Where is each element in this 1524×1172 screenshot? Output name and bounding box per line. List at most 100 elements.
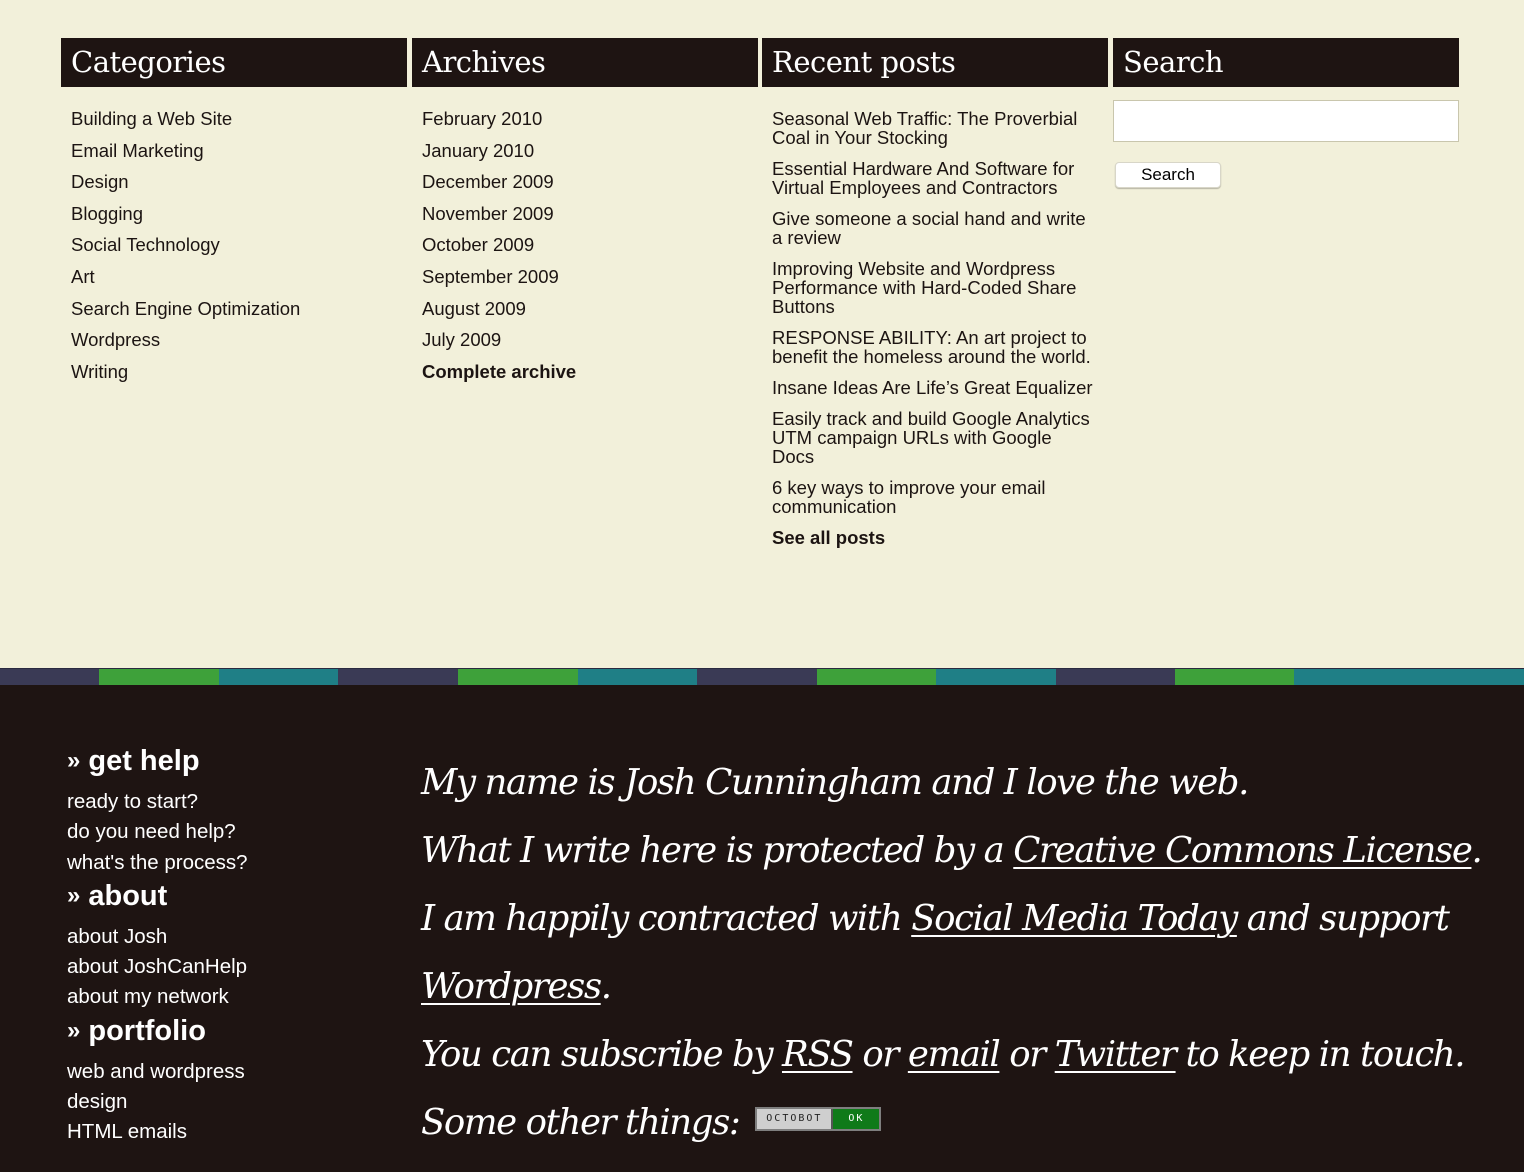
category-link[interactable]: Building a Web Site	[71, 109, 407, 129]
stripe-segment	[697, 669, 817, 685]
recent-post-link[interactable]: Seasonal Web Traffic: The Proverbial Coa…	[772, 109, 1094, 147]
stripe-segment	[218, 669, 339, 685]
nav-heading-about[interactable]: » about	[67, 878, 387, 916]
recent-post-link[interactable]: Insane Ideas Are Life’s Great Equalizer	[772, 378, 1094, 397]
badge-left-label: OCTOBOT	[757, 1108, 834, 1129]
archives-list: February 2010 January 2010 December 2009…	[412, 87, 758, 382]
octobot-badge[interactable]: OCTOBOT OK	[755, 1106, 882, 1131]
stripe-segment	[1294, 669, 1414, 685]
categories-list: Building a Web Site Email Marketing Desi…	[61, 87, 407, 382]
about-line-1: My name is Josh Cunningham and I love th…	[421, 762, 1249, 803]
nav-group-get-help: » get help ready to start? do you need he…	[67, 743, 387, 878]
text: or	[852, 1034, 908, 1075]
nav-heading-label: get help	[88, 745, 200, 777]
stripe-segment	[1055, 669, 1176, 685]
creative-commons-link[interactable]: Creative Commons License	[1013, 830, 1473, 871]
nav-group-portfolio: » portfolio web and wordpress design HTML…	[67, 1013, 387, 1148]
stripe-segment	[1413, 669, 1524, 685]
complete-archive-link[interactable]: Complete archive	[422, 361, 758, 382]
text: or	[999, 1034, 1055, 1075]
social-media-today-link[interactable]: Social Media Today	[911, 898, 1238, 939]
nav-link[interactable]: web and wordpress	[67, 1057, 387, 1087]
category-link[interactable]: Search Engine Optimization	[71, 298, 407, 319]
wordpress-link[interactable]: Wordpress	[421, 966, 602, 1007]
archive-link[interactable]: January 2010	[422, 140, 758, 161]
nav-link[interactable]: do you need help?	[67, 817, 387, 847]
rss-link[interactable]: RSS	[782, 1034, 854, 1075]
stripe-segment	[816, 669, 937, 685]
stripe-segment	[338, 669, 459, 685]
recent-posts-title: Recent posts	[762, 38, 1108, 87]
text: I am happily contracted with	[421, 898, 912, 939]
search-input[interactable]	[1113, 100, 1459, 142]
text: .	[600, 966, 612, 1007]
categories-title: Categories	[61, 38, 407, 87]
recent-post-link[interactable]: Essential Hardware And Software for Virt…	[772, 159, 1094, 197]
nav-link[interactable]: about my network	[67, 982, 387, 1012]
recent-post-link[interactable]: RESPONSE ABILITY: An art project to bene…	[772, 328, 1094, 366]
raquo-icon: »	[67, 747, 81, 774]
recent-post-link[interactable]: Improving Website and Wordpress Performa…	[772, 259, 1094, 316]
raquo-icon: »	[67, 881, 81, 909]
stripe-segment	[458, 669, 578, 685]
stripe-segment	[936, 669, 1056, 685]
badge-right-label: OK	[833, 1108, 880, 1129]
footer-nav: » get help ready to start? do you need he…	[67, 743, 387, 1148]
nav-link[interactable]: ready to start?	[67, 787, 387, 817]
text: You can subscribe by	[421, 1034, 782, 1075]
archive-link[interactable]: August 2009	[422, 298, 758, 319]
nav-link[interactable]: design	[67, 1087, 387, 1117]
recent-posts-widget: Recent posts Seasonal Web Traffic: The P…	[762, 38, 1108, 559]
text: and support	[1236, 898, 1450, 939]
archive-link[interactable]: September 2009	[422, 266, 758, 287]
sidebar-widgets: Categories Building a Web Site Email Mar…	[61, 38, 1459, 638]
nav-heading-get-help[interactable]: » get help	[67, 743, 387, 781]
stripe-segment	[1175, 669, 1295, 685]
archive-link[interactable]: December 2009	[422, 172, 758, 192]
nav-heading-label: about	[88, 879, 168, 912]
nav-heading-label: portfolio	[88, 1014, 206, 1047]
recent-post-link[interactable]: Give someone a social hand and write a r…	[772, 209, 1094, 247]
recent-posts-list: Seasonal Web Traffic: The Proverbial Coa…	[762, 87, 1108, 547]
color-stripe	[0, 668, 1524, 685]
nav-link[interactable]: about JoshCanHelp	[67, 952, 387, 982]
archive-link[interactable]: July 2009	[422, 330, 758, 350]
raquo-icon: »	[67, 1016, 81, 1044]
nav-heading-portfolio[interactable]: » portfolio	[67, 1013, 387, 1051]
search-title: Search	[1113, 38, 1459, 87]
nav-link[interactable]: about Josh	[67, 922, 387, 952]
about-line-3: I am happily contracted with Social Medi…	[421, 885, 1491, 1021]
twitter-link[interactable]: Twitter	[1055, 1034, 1177, 1075]
category-link[interactable]: Social Technology	[71, 235, 407, 255]
stripe-segment	[577, 669, 698, 685]
archives-title: Archives	[412, 38, 758, 87]
footer: » get help ready to start? do you need he…	[0, 685, 1524, 1172]
archive-link[interactable]: October 2009	[422, 235, 758, 255]
see-all-posts-link[interactable]: See all posts	[772, 528, 1094, 547]
category-link[interactable]: Art	[71, 266, 407, 287]
search-button[interactable]: Search	[1115, 162, 1221, 188]
text: What I write here is protected by a	[421, 830, 1014, 871]
stripe-segment	[0, 669, 100, 685]
categories-widget: Categories Building a Web Site Email Mar…	[61, 38, 407, 393]
about-line-2: What I write here is protected by a Crea…	[421, 817, 1491, 885]
nav-link[interactable]: what's the process?	[67, 848, 387, 878]
stripe-segment	[99, 669, 219, 685]
about-text: My name is Josh Cunningham and I love th…	[421, 749, 1491, 1157]
nav-link[interactable]: HTML emails	[67, 1117, 387, 1147]
recent-post-link[interactable]: 6 key ways to improve your email communi…	[772, 478, 1094, 516]
nav-group-about: » about about Josh about JoshCanHelp abou…	[67, 878, 387, 1013]
recent-post-link[interactable]: Easily track and build Google Analytics …	[772, 409, 1094, 466]
category-link[interactable]: Writing	[71, 361, 407, 382]
search-widget: Search Search	[1113, 38, 1459, 188]
archive-link[interactable]: November 2009	[422, 203, 758, 224]
archives-widget: Archives February 2010 January 2010 Dece…	[412, 38, 758, 393]
text: .	[1471, 830, 1482, 871]
about-line-4: You can subscribe by RSS or email or Twi…	[421, 1021, 1491, 1157]
category-link[interactable]: Blogging	[71, 203, 407, 224]
category-link[interactable]: Wordpress	[71, 330, 407, 350]
archive-link[interactable]: February 2010	[422, 109, 758, 129]
category-link[interactable]: Email Marketing	[71, 140, 407, 161]
category-link[interactable]: Design	[71, 172, 407, 192]
email-link[interactable]: email	[908, 1034, 1001, 1075]
